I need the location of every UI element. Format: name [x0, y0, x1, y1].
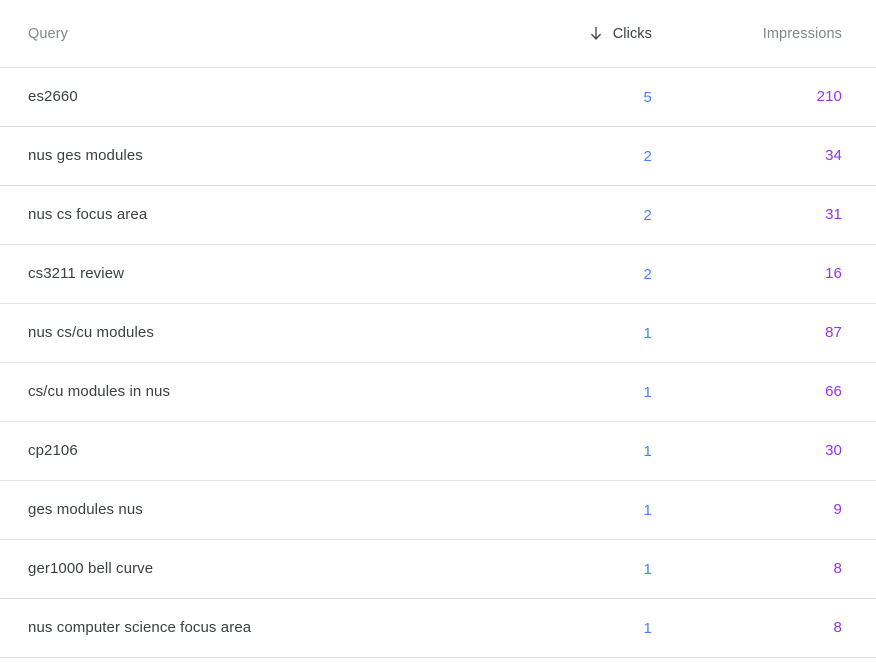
table-cell-impressions: 30 [652, 442, 842, 460]
table-cell-clicks: 5 [472, 89, 652, 106]
impressions-value: 31 [825, 206, 842, 223]
clicks-value: 1 [643, 501, 652, 519]
table-cell-clicks: 1 [472, 325, 652, 342]
table-cell-impressions: 9 [652, 501, 842, 519]
table-row[interactable]: cp2106 1 30 [0, 422, 876, 481]
clicks-value: 1 [643, 619, 652, 637]
table-cell-impressions: 16 [652, 265, 842, 283]
table-row[interactable]: es2660 5 210 [0, 68, 876, 127]
table-cell-clicks: 1 [472, 502, 652, 519]
table-cell-query: nus cs/cu modules [28, 324, 472, 342]
table-row[interactable]: cs/cu modules in nus 1 66 [0, 363, 876, 422]
column-header-query[interactable]: Query [28, 25, 472, 43]
table-cell-impressions: 8 [652, 560, 842, 578]
table-cell-clicks: 1 [472, 384, 652, 401]
query-text: cs3211 review [28, 265, 125, 282]
table-cell-clicks: 2 [472, 266, 652, 283]
clicks-value: 1 [643, 442, 652, 460]
table-row[interactable]: nus ges modules 2 34 [0, 127, 876, 186]
column-header-clicks-label: Clicks [612, 25, 652, 42]
table-cell-clicks: 2 [472, 148, 652, 165]
table-cell-impressions: 8 [652, 619, 842, 637]
impressions-value: 8 [833, 619, 842, 636]
table-cell-clicks: 1 [472, 443, 652, 460]
impressions-value: 16 [825, 265, 842, 282]
impressions-value: 210 [816, 88, 842, 105]
clicks-value: 1 [643, 324, 652, 342]
query-text: cs/cu modules in nus [28, 383, 171, 400]
impressions-value: 30 [825, 442, 842, 459]
table-cell-impressions: 210 [652, 88, 842, 106]
query-text: nus ges modules [28, 147, 143, 164]
clicks-value: 5 [643, 88, 652, 106]
table-cell-query: ges modules nus [28, 501, 472, 519]
query-text: ges modules nus [28, 501, 143, 518]
table-row[interactable]: nus cs/cu modules 1 87 [0, 304, 876, 363]
table-cell-query: cs3211 review [28, 265, 472, 283]
table-cell-query: cp2106 [28, 442, 472, 460]
table-row[interactable]: ger1000 bell curve 1 8 [0, 540, 876, 599]
table-cell-clicks: 1 [472, 620, 652, 637]
query-text: es2660 [28, 88, 78, 105]
query-text: cp2106 [28, 442, 78, 459]
table-row[interactable]: nus cs focus area 2 31 [0, 186, 876, 245]
arrow-down-icon [588, 26, 604, 42]
search-queries-table: Query Clicks Impressions es2660 5 210 nu… [0, 0, 876, 658]
impressions-value: 34 [825, 147, 842, 164]
table-cell-clicks: 2 [472, 207, 652, 224]
impressions-value: 66 [825, 383, 842, 400]
clicks-value: 1 [643, 383, 652, 401]
table-cell-query: nus ges modules [28, 147, 472, 165]
clicks-value: 2 [643, 206, 652, 224]
table-header-row: Query Clicks Impressions [0, 0, 876, 68]
table-cell-query: cs/cu modules in nus [28, 383, 472, 401]
query-text: ger1000 bell curve [28, 560, 154, 577]
column-header-impressions-label: Impressions [762, 25, 842, 42]
column-header-query-label: Query [28, 25, 68, 42]
clicks-value: 1 [643, 560, 652, 578]
table-cell-impressions: 66 [652, 383, 842, 401]
clicks-value: 2 [643, 265, 652, 283]
table-cell-impressions: 87 [652, 324, 842, 342]
impressions-value: 87 [825, 324, 842, 341]
clicks-value: 2 [643, 147, 652, 165]
query-text: nus computer science focus area [28, 619, 252, 636]
table-cell-query: es2660 [28, 88, 472, 106]
table-cell-query: nus cs focus area [28, 206, 472, 224]
query-text: nus cs focus area [28, 206, 148, 223]
table-row[interactable]: cs3211 review 2 16 [0, 245, 876, 304]
table-body: es2660 5 210 nus ges modules 2 34 nus cs… [0, 68, 876, 658]
impressions-value: 8 [833, 560, 842, 577]
table-row[interactable]: ges modules nus 1 9 [0, 481, 876, 540]
query-text: nus cs/cu modules [28, 324, 154, 341]
table-cell-query: nus computer science focus area [28, 619, 472, 637]
column-header-clicks[interactable]: Clicks [472, 26, 652, 42]
table-cell-impressions: 34 [652, 147, 842, 165]
impressions-value: 9 [833, 501, 842, 518]
table-row[interactable]: nus computer science focus area 1 8 [0, 599, 876, 658]
table-cell-clicks: 1 [472, 561, 652, 578]
table-cell-impressions: 31 [652, 206, 842, 224]
column-header-impressions[interactable]: Impressions [652, 25, 842, 43]
table-cell-query: ger1000 bell curve [28, 560, 472, 578]
